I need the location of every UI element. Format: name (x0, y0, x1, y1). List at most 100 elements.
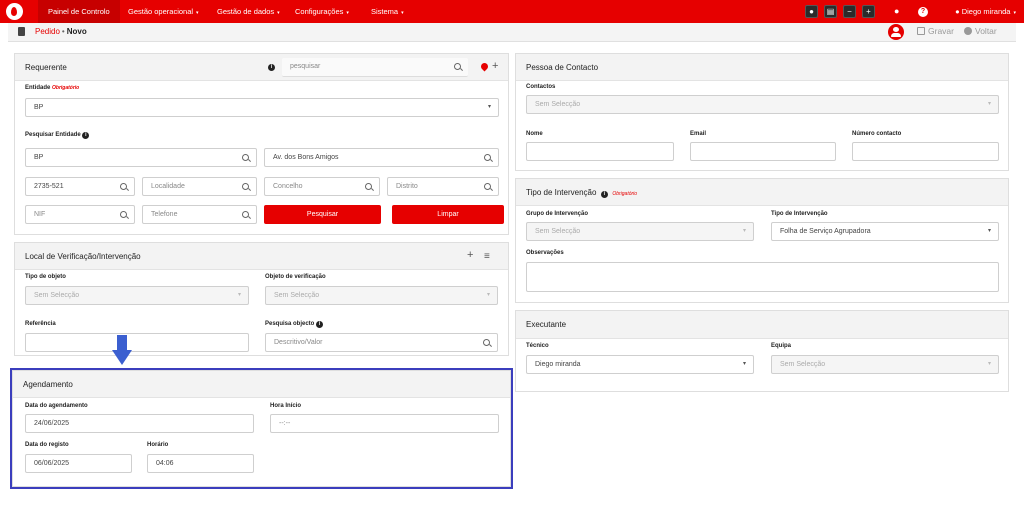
user-icon: ● (955, 7, 960, 16)
intervencao-title: Tipo de Intervenção i Obrigatório (526, 188, 637, 198)
add-icon[interactable]: + (492, 61, 498, 72)
search-icon[interactable] (484, 183, 491, 190)
requerente-panel: Requerente i pesquisar + Entidade Obriga… (14, 53, 509, 235)
entidade-label-text: Entidade (25, 85, 51, 91)
save-icon (917, 27, 925, 35)
search-icon[interactable] (120, 211, 127, 218)
data-registo-input[interactable]: 06/06/2025 (25, 454, 132, 473)
email-input[interactable] (690, 142, 836, 161)
requerente-header: Requerente i pesquisar + (15, 54, 508, 81)
annotation-arrow-icon (112, 335, 132, 365)
pesquisa-objecto-text: Pesquisa objecto (265, 321, 315, 327)
nav-label: Sistema (371, 7, 399, 16)
avatar[interactable] (888, 24, 904, 40)
pesquisar-button[interactable]: Pesquisar (264, 205, 381, 224)
numero-contacto-label: Número contacto (852, 131, 902, 137)
nav-label: Gestão de dados (217, 7, 275, 16)
requerente-title: Requerente (25, 63, 67, 72)
save-button[interactable]: Gravar (917, 26, 954, 37)
chat-icon[interactable]: ● (805, 5, 818, 18)
nome-label: Nome (526, 131, 543, 137)
equipa-select[interactable]: Sem Selecção (771, 355, 999, 374)
codigo-postal-input[interactable]: 2735-521 (25, 177, 135, 196)
nav-gestao-operacional[interactable]: Gestão operacional ▾ (118, 0, 209, 23)
referencia-input[interactable] (25, 333, 249, 352)
nav-painel-de-controlo[interactable]: Painel de Controlo (38, 0, 120, 23)
back-icon (964, 27, 972, 35)
nav-configuracoes[interactable]: Configurações ▾ (285, 0, 359, 23)
search-icon[interactable] (242, 183, 249, 190)
id-card-icon[interactable]: ▤ (824, 5, 837, 18)
nav-sistema[interactable]: Sistema ▾ (361, 0, 414, 23)
limpar-button[interactable]: Limpar (392, 205, 504, 224)
search-icon[interactable] (454, 63, 461, 70)
chevron-down-icon: ▾ (277, 10, 280, 16)
nav-label: Configurações (295, 7, 344, 16)
localidade-placeholder: Localidade (151, 183, 185, 190)
pesquisa-objecto-input[interactable]: Descritivo/Valor (265, 333, 498, 352)
tecnico-label: Técnico (526, 343, 549, 349)
search-icon[interactable] (242, 211, 249, 218)
objeto-verificacao-label: Objeto de verificação (265, 274, 326, 280)
breadcrumb-pedido-link[interactable]: Pedido (35, 27, 60, 36)
contactos-select[interactable]: Sem Selecção (526, 95, 999, 114)
entidade-nome-value: BP (34, 154, 44, 161)
search-icon[interactable] (365, 183, 372, 190)
info-icon[interactable]: i (316, 321, 324, 328)
save-label: Gravar (928, 26, 954, 36)
email-label: Email (690, 131, 707, 137)
distrito-input[interactable]: Distrito (387, 177, 499, 196)
objeto-verificacao-select[interactable]: Sem Selecção (265, 286, 498, 305)
plus-icon[interactable]: + (862, 5, 875, 18)
telefone-placeholder: Telefone (151, 211, 178, 218)
map-pin-icon[interactable] (479, 61, 490, 72)
morada-input[interactable]: Av. dos Bons Amigos (264, 148, 499, 167)
pesquisar-entidade-label: Pesquisar Entidade i (25, 132, 90, 139)
morada-value: Av. dos Bons Amigos (273, 154, 339, 161)
document-icon (18, 27, 25, 36)
telefone-input[interactable]: Telefone (142, 205, 257, 224)
nif-input[interactable]: NIF (25, 205, 135, 224)
search-icon[interactable] (242, 154, 249, 161)
hora-inicio-label: Hora Início (270, 403, 302, 409)
user-menu[interactable]: ● Diego miranda ▾ (955, 0, 1016, 23)
help-icon[interactable]: ? (918, 7, 928, 17)
user-name: Diego miranda (961, 7, 1011, 16)
numero-contacto-input[interactable] (852, 142, 999, 161)
search-icon[interactable] (484, 154, 491, 161)
info-icon[interactable]: i (82, 132, 90, 139)
local-title: Local de Verificação/Intervenção (25, 252, 141, 261)
info-icon[interactable]: i (268, 64, 275, 71)
search-icon[interactable] (483, 339, 490, 346)
hora-inicio-input[interactable]: --:-- (270, 414, 499, 433)
contacto-panel: Pessoa de Contacto Contactos Sem Selecçã… (515, 53, 1009, 171)
observacoes-textarea[interactable] (526, 262, 999, 292)
tipo-intervencao-select[interactable]: Folha de Serviço Agrupadora (771, 222, 999, 241)
pesquisa-objecto-placeholder: Descritivo/Valor (274, 339, 323, 346)
localidade-input[interactable]: Localidade (142, 177, 257, 196)
agendamento-title: Agendamento (23, 380, 73, 389)
entidade-select[interactable]: BP (25, 98, 499, 117)
layers-icon[interactable]: ≡ (484, 251, 490, 262)
bell-icon[interactable]: ● (894, 5, 899, 18)
search-icon[interactable] (120, 183, 127, 190)
minus-icon[interactable]: − (843, 5, 856, 18)
add-icon[interactable]: + (467, 250, 473, 261)
horario-input[interactable]: 04:06 (147, 454, 254, 473)
observacoes-label: Observações (526, 250, 564, 256)
nome-input[interactable] (526, 142, 674, 161)
entidade-nome-input[interactable]: BP (25, 148, 257, 167)
concelho-input[interactable]: Concelho (264, 177, 380, 196)
chevron-down-icon: ▾ (346, 10, 349, 16)
grupo-intervencao-select[interactable]: Sem Selecção (526, 222, 754, 241)
data-agendamento-input[interactable]: 24/06/2025 (25, 414, 254, 433)
nav-gestao-de-dados[interactable]: Gestão de dados ▾ (207, 0, 290, 23)
vodafone-logo-icon[interactable] (6, 3, 23, 20)
nif-placeholder: NIF (34, 211, 46, 218)
info-icon[interactable]: i (600, 191, 608, 198)
referencia-label: Referência (25, 321, 56, 327)
tecnico-select[interactable]: Diego miranda (526, 355, 754, 374)
back-button[interactable]: Voltar (964, 26, 997, 37)
requerente-search-input[interactable]: pesquisar (282, 58, 468, 77)
tipo-objeto-select[interactable]: Sem Selecção (25, 286, 249, 305)
